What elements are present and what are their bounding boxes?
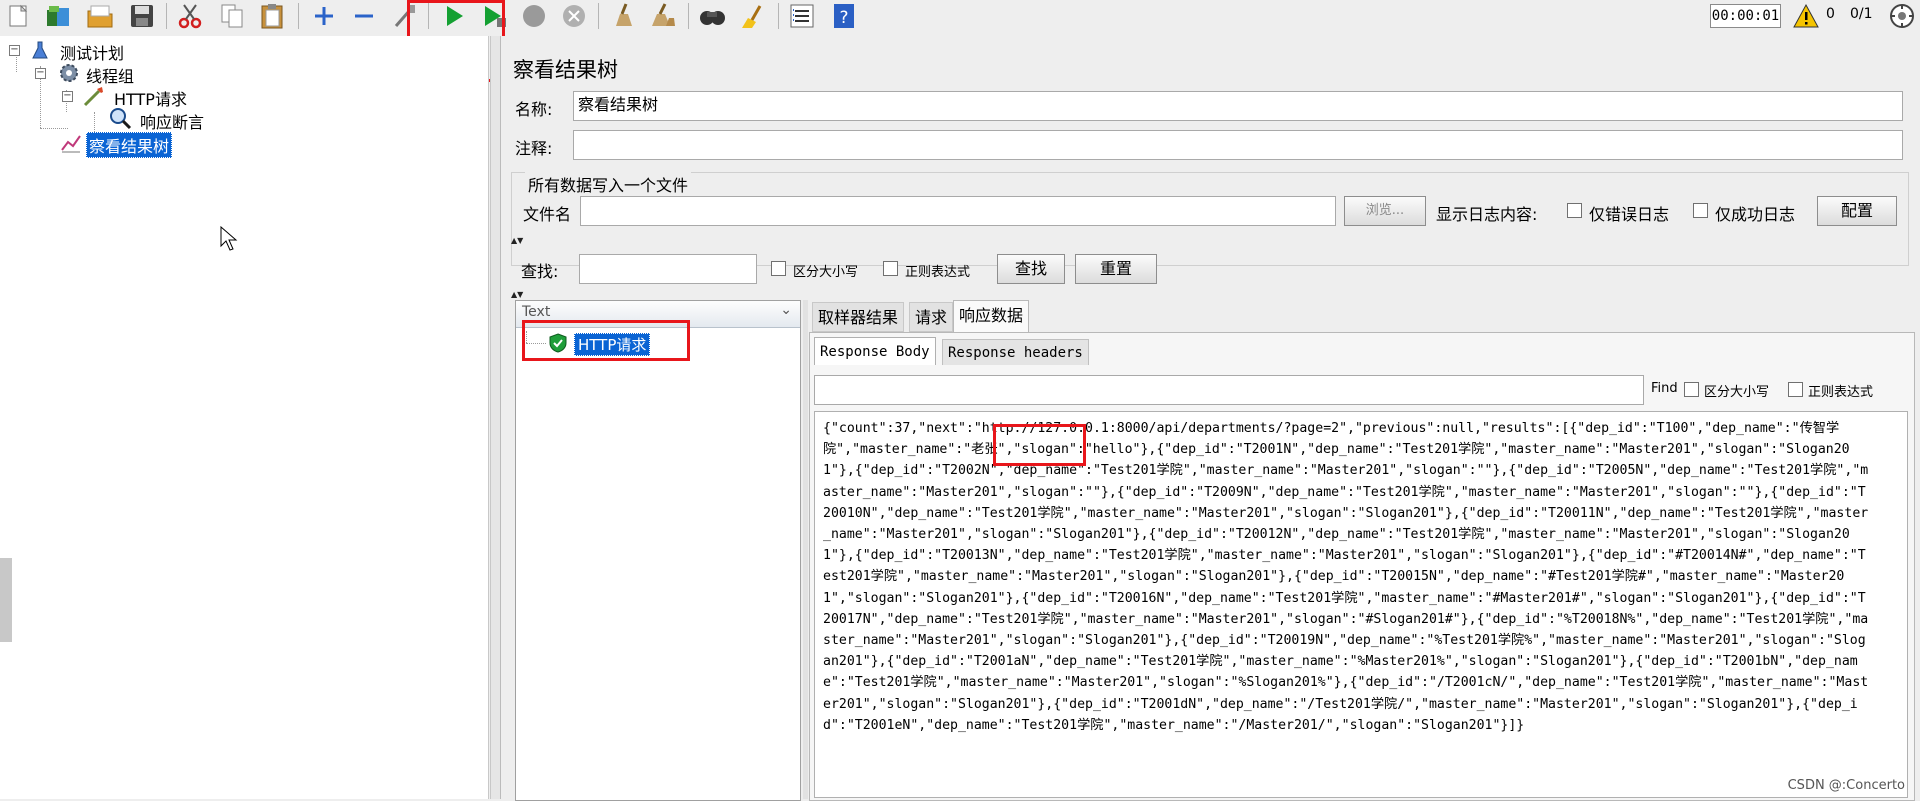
collapse-arrows-icon[interactable]: ▲▼ xyxy=(511,290,523,299)
panel-title: 察看结果树 xyxy=(513,58,618,82)
warning-icon[interactable] xyxy=(1792,2,1820,30)
function-helper-icon[interactable] xyxy=(788,2,816,30)
pipette-icon xyxy=(82,84,106,108)
thread-ratio: 0/1 xyxy=(1850,6,1873,22)
window-edge-grip xyxy=(0,558,12,642)
case-sensitive-checkbox[interactable] xyxy=(771,261,786,276)
file-section-title: 所有数据写入一个文件 xyxy=(525,172,692,196)
test-plan-icon xyxy=(30,40,50,60)
browse-button[interactable]: 浏览... xyxy=(1344,196,1426,226)
name-field[interactable]: 察看结果树 xyxy=(573,91,1903,121)
paste-icon[interactable] xyxy=(258,2,286,30)
regex-checkbox[interactable] xyxy=(883,261,898,276)
cut-icon[interactable] xyxy=(176,2,204,30)
success-only-checkbox[interactable] xyxy=(1693,203,1708,218)
save-icon[interactable] xyxy=(128,2,156,30)
highlight-box-sample xyxy=(522,320,690,361)
remote-icon[interactable] xyxy=(1888,2,1916,30)
search-label: 查找: xyxy=(521,262,559,281)
reset-search-icon[interactable] xyxy=(738,2,766,30)
tree-collapse-toggle[interactable]: − xyxy=(35,68,46,79)
response-regex-checkbox[interactable] xyxy=(1788,382,1803,397)
log-content-label: 显示日志内容: xyxy=(1436,205,1538,224)
errors-only-label: 仅错误日志 xyxy=(1589,205,1670,224)
mouse-cursor-icon xyxy=(220,225,238,252)
response-body-text: {"count":37,"next":"http://127.0.0.1:800… xyxy=(823,421,1869,733)
tree-item-view-results-tree[interactable]: 察看结果树 xyxy=(86,132,173,158)
response-case-label: 区分大小写 xyxy=(1704,385,1770,400)
warning-count: 0 xyxy=(1826,6,1835,22)
subtab-response-headers[interactable]: Response headers xyxy=(942,339,1089,365)
view-results-tree-panel: 察看结果树 名称: 察看结果树 注释: 所有数据写入一个文件 文件名 浏览...… xyxy=(500,36,1920,801)
test-plan-tree: − 测试计划 − 线程组 − HTTP请求 响应断言 察看结果树 xyxy=(0,36,489,799)
comment-field[interactable] xyxy=(573,130,1903,160)
watermark: CSDN @:Concerto xyxy=(1787,778,1905,793)
shutdown-icon[interactable] xyxy=(560,2,588,30)
gear-icon xyxy=(58,62,80,84)
renderer-selected: Text xyxy=(522,304,551,320)
subtab-response-body[interactable]: Response Body xyxy=(814,337,936,365)
svg-text:?: ? xyxy=(839,8,848,28)
response-find-input[interactable] xyxy=(814,375,1644,405)
response-find-label: Find xyxy=(1651,381,1678,396)
copy-icon[interactable] xyxy=(218,2,246,30)
search-input[interactable] xyxy=(579,254,757,284)
success-only-label: 仅成功日志 xyxy=(1715,205,1796,224)
clear-all-icon[interactable] xyxy=(648,2,676,30)
tree-collapse-toggle[interactable]: − xyxy=(9,45,20,56)
expand-icon[interactable] xyxy=(310,2,338,30)
search-icon[interactable] xyxy=(698,2,726,30)
chevron-down-icon: ⌄ xyxy=(780,302,792,318)
find-button[interactable]: 查找 xyxy=(997,254,1065,284)
name-label: 名称: xyxy=(515,100,553,119)
chart-icon xyxy=(60,132,82,154)
tree-collapse-toggle[interactable]: − xyxy=(62,91,73,102)
templates-icon[interactable] xyxy=(44,2,72,30)
configure-button[interactable]: 配置 xyxy=(1817,196,1897,226)
open-icon[interactable] xyxy=(86,2,114,30)
sample-results-list: Text ⌄ HTTP请求 xyxy=(515,300,801,801)
response-body-area[interactable]: {"count":37,"next":"http://127.0.0.1:800… xyxy=(814,411,1908,798)
new-icon[interactable] xyxy=(4,2,32,30)
comment-label: 注释: xyxy=(515,139,553,158)
collapse-arrows-icon[interactable]: ▲▼ xyxy=(511,236,523,245)
collapse-icon[interactable] xyxy=(350,2,378,30)
response-case-checkbox[interactable] xyxy=(1684,382,1699,397)
tree-item-response-assertion[interactable]: 响应断言 xyxy=(140,109,204,133)
elapsed-timer: 00:00:01 xyxy=(1710,4,1781,28)
reset-button[interactable]: 重置 xyxy=(1075,254,1157,284)
highlight-box-master-name xyxy=(993,424,1086,466)
toolbar: ? 00:00:01 0 0/1 xyxy=(0,0,1920,82)
tab-response-data[interactable]: 响应数据 xyxy=(953,300,1030,332)
case-sensitive-label: 区分大小写 xyxy=(793,265,859,280)
regex-label: 正则表达式 xyxy=(905,265,971,280)
magnifier-icon xyxy=(108,106,132,130)
file-label: 文件名 xyxy=(523,205,572,224)
response-data-panel: Response Body Response headers Find 区分大小… xyxy=(809,332,1915,801)
tab-sampler-result[interactable]: 取样器结果 xyxy=(812,302,905,332)
response-regex-label: 正则表达式 xyxy=(1808,385,1874,400)
filename-field[interactable] xyxy=(580,196,1336,226)
stop-icon[interactable] xyxy=(520,2,548,30)
errors-only-checkbox[interactable] xyxy=(1567,203,1582,218)
tree-item-test-plan[interactable]: 测试计划 xyxy=(60,40,124,64)
tab-request[interactable]: 请求 xyxy=(909,302,954,332)
help-icon[interactable]: ? xyxy=(830,2,858,30)
results-splitter[interactable] xyxy=(803,300,808,799)
clear-icon[interactable] xyxy=(608,2,636,30)
